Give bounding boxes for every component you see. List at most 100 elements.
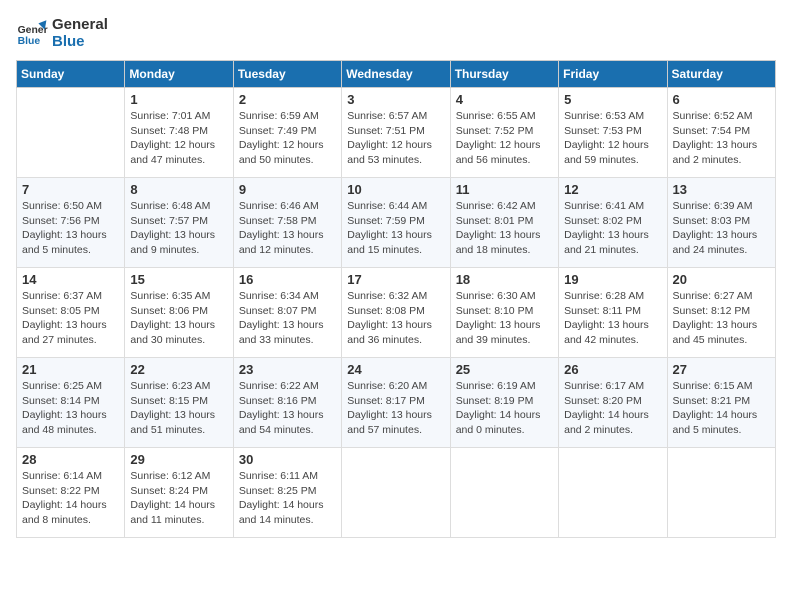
calendar-cell: 20 Sunrise: 6:27 AM Sunset: 8:12 PM Dayli…	[667, 268, 775, 358]
calendar-cell	[450, 448, 558, 538]
calendar-cell: 14 Sunrise: 6:37 AM Sunset: 8:05 PM Dayli…	[17, 268, 125, 358]
day-info: Sunrise: 6:15 AM Sunset: 8:21 PM Dayligh…	[673, 379, 770, 438]
day-number: 19	[564, 272, 661, 287]
weekday-header-friday: Friday	[559, 61, 667, 88]
weekday-header-wednesday: Wednesday	[342, 61, 450, 88]
day-info: Sunrise: 6:59 AM Sunset: 7:49 PM Dayligh…	[239, 109, 336, 168]
day-number: 11	[456, 182, 553, 197]
day-number: 3	[347, 92, 444, 107]
calendar-cell: 4 Sunrise: 6:55 AM Sunset: 7:52 PM Daylig…	[450, 88, 558, 178]
day-number: 27	[673, 362, 770, 377]
day-info: Sunrise: 6:37 AM Sunset: 8:05 PM Dayligh…	[22, 289, 119, 348]
calendar-cell: 26 Sunrise: 6:17 AM Sunset: 8:20 PM Dayli…	[559, 358, 667, 448]
logo-general: General	[52, 16, 108, 33]
day-info: Sunrise: 6:12 AM Sunset: 8:24 PM Dayligh…	[130, 469, 227, 528]
calendar-cell: 6Sunrise: 6:52 AM Sunset: 7:54 PM Daylig…	[667, 88, 775, 178]
day-number: 6	[673, 92, 770, 107]
day-number: 30	[239, 452, 336, 467]
day-number: 12	[564, 182, 661, 197]
calendar-cell	[342, 448, 450, 538]
calendar-header: SundayMondayTuesdayWednesdayThursdayFrid…	[17, 61, 776, 88]
day-number: 23	[239, 362, 336, 377]
calendar-cell: 12 Sunrise: 6:41 AM Sunset: 8:02 PM Dayli…	[559, 178, 667, 268]
day-info: Sunrise: 6:28 AM Sunset: 8:11 PM Dayligh…	[564, 289, 661, 348]
calendar-week-row: 21 Sunrise: 6:25 AM Sunset: 8:14 PM Dayli…	[17, 358, 776, 448]
weekday-header-saturday: Saturday	[667, 61, 775, 88]
day-number: 26	[564, 362, 661, 377]
day-number: 25	[456, 362, 553, 377]
calendar-cell: 19 Sunrise: 6:28 AM Sunset: 8:11 PM Dayli…	[559, 268, 667, 358]
calendar-week-row: 28 Sunrise: 6:14 AM Sunset: 8:22 PM Dayli…	[17, 448, 776, 538]
day-number: 10	[347, 182, 444, 197]
day-info: Sunrise: 7:01 AM Sunset: 7:48 PM Dayligh…	[130, 109, 227, 168]
day-info: Sunrise: 6:30 AM Sunset: 8:10 PM Dayligh…	[456, 289, 553, 348]
day-info: Sunrise: 6:55 AM Sunset: 7:52 PM Dayligh…	[456, 109, 553, 168]
day-number: 21	[22, 362, 119, 377]
weekday-header-row: SundayMondayTuesdayWednesdayThursdayFrid…	[17, 61, 776, 88]
weekday-header-tuesday: Tuesday	[233, 61, 341, 88]
day-info: Sunrise: 6:39 AM Sunset: 8:03 PM Dayligh…	[673, 199, 770, 258]
day-number: 8	[130, 182, 227, 197]
calendar-cell: 29 Sunrise: 6:12 AM Sunset: 8:24 PM Dayli…	[125, 448, 233, 538]
day-info: Sunrise: 6:25 AM Sunset: 8:14 PM Dayligh…	[22, 379, 119, 438]
day-number: 20	[673, 272, 770, 287]
calendar-cell: 28 Sunrise: 6:14 AM Sunset: 8:22 PM Dayli…	[17, 448, 125, 538]
header: General Blue General Blue	[16, 16, 776, 50]
day-number: 29	[130, 452, 227, 467]
calendar-cell: 10Sunrise: 6:44 AM Sunset: 7:59 PM Dayli…	[342, 178, 450, 268]
calendar-cell: 2 Sunrise: 6:59 AM Sunset: 7:49 PM Daylig…	[233, 88, 341, 178]
calendar-cell: 13 Sunrise: 6:39 AM Sunset: 8:03 PM Dayli…	[667, 178, 775, 268]
day-number: 28	[22, 452, 119, 467]
day-info: Sunrise: 6:46 AM Sunset: 7:58 PM Dayligh…	[239, 199, 336, 258]
day-number: 5	[564, 92, 661, 107]
day-info: Sunrise: 6:48 AM Sunset: 7:57 PM Dayligh…	[130, 199, 227, 258]
calendar-cell: 25 Sunrise: 6:19 AM Sunset: 8:19 PM Dayli…	[450, 358, 558, 448]
day-info: Sunrise: 6:50 AM Sunset: 7:56 PM Dayligh…	[22, 199, 119, 258]
calendar-week-row: 7Sunrise: 6:50 AM Sunset: 7:56 PM Daylig…	[17, 178, 776, 268]
calendar-cell	[559, 448, 667, 538]
day-info: Sunrise: 6:19 AM Sunset: 8:19 PM Dayligh…	[456, 379, 553, 438]
day-number: 4	[456, 92, 553, 107]
day-info: Sunrise: 6:32 AM Sunset: 8:08 PM Dayligh…	[347, 289, 444, 348]
calendar-cell: 5Sunrise: 6:53 AM Sunset: 7:53 PM Daylig…	[559, 88, 667, 178]
weekday-header-sunday: Sunday	[17, 61, 125, 88]
day-number: 22	[130, 362, 227, 377]
calendar-cell: 11 Sunrise: 6:42 AM Sunset: 8:01 PM Dayli…	[450, 178, 558, 268]
calendar-cell: 21 Sunrise: 6:25 AM Sunset: 8:14 PM Dayli…	[17, 358, 125, 448]
day-info: Sunrise: 6:22 AM Sunset: 8:16 PM Dayligh…	[239, 379, 336, 438]
calendar-week-row: 14 Sunrise: 6:37 AM Sunset: 8:05 PM Dayli…	[17, 268, 776, 358]
day-info: Sunrise: 6:57 AM Sunset: 7:51 PM Dayligh…	[347, 109, 444, 168]
calendar-cell: 15Sunrise: 6:35 AM Sunset: 8:06 PM Dayli…	[125, 268, 233, 358]
logo-icon: General Blue	[16, 17, 48, 49]
day-info: Sunrise: 6:14 AM Sunset: 8:22 PM Dayligh…	[22, 469, 119, 528]
day-number: 18	[456, 272, 553, 287]
calendar-cell: 3 Sunrise: 6:57 AM Sunset: 7:51 PM Daylig…	[342, 88, 450, 178]
day-number: 1	[130, 92, 227, 107]
calendar-table: SundayMondayTuesdayWednesdayThursdayFrid…	[16, 60, 776, 538]
day-info: Sunrise: 6:11 AM Sunset: 8:25 PM Dayligh…	[239, 469, 336, 528]
weekday-header-monday: Monday	[125, 61, 233, 88]
calendar-cell: 8 Sunrise: 6:48 AM Sunset: 7:57 PM Daylig…	[125, 178, 233, 268]
day-info: Sunrise: 6:42 AM Sunset: 8:01 PM Dayligh…	[456, 199, 553, 258]
day-info: Sunrise: 6:20 AM Sunset: 8:17 PM Dayligh…	[347, 379, 444, 438]
day-number: 16	[239, 272, 336, 287]
day-number: 14	[22, 272, 119, 287]
day-number: 24	[347, 362, 444, 377]
day-info: Sunrise: 6:27 AM Sunset: 8:12 PM Dayligh…	[673, 289, 770, 348]
day-info: Sunrise: 6:23 AM Sunset: 8:15 PM Dayligh…	[130, 379, 227, 438]
calendar-cell: 27 Sunrise: 6:15 AM Sunset: 8:21 PM Dayli…	[667, 358, 775, 448]
calendar-week-row: 1 Sunrise: 7:01 AM Sunset: 7:48 PM Daylig…	[17, 88, 776, 178]
day-number: 17	[347, 272, 444, 287]
day-info: Sunrise: 6:41 AM Sunset: 8:02 PM Dayligh…	[564, 199, 661, 258]
day-number: 2	[239, 92, 336, 107]
logo-blue: Blue	[52, 33, 108, 50]
calendar-cell: 17 Sunrise: 6:32 AM Sunset: 8:08 PM Dayli…	[342, 268, 450, 358]
calendar-cell: 30 Sunrise: 6:11 AM Sunset: 8:25 PM Dayli…	[233, 448, 341, 538]
svg-text:Blue: Blue	[18, 36, 41, 47]
calendar-cell: 23 Sunrise: 6:22 AM Sunset: 8:16 PM Dayli…	[233, 358, 341, 448]
day-number: 15	[130, 272, 227, 287]
calendar-body: 1 Sunrise: 7:01 AM Sunset: 7:48 PM Daylig…	[17, 88, 776, 538]
calendar-cell: 24 Sunrise: 6:20 AM Sunset: 8:17 PM Dayli…	[342, 358, 450, 448]
day-number: 13	[673, 182, 770, 197]
day-info: Sunrise: 6:17 AM Sunset: 8:20 PM Dayligh…	[564, 379, 661, 438]
